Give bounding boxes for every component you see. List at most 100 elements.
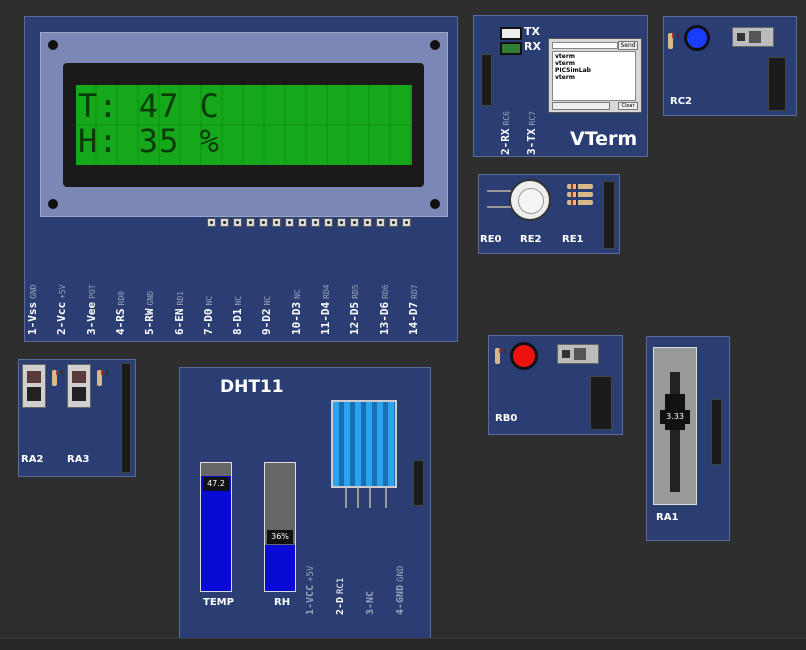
lcd-pin-label: 10-D3 NC <box>290 289 303 335</box>
dht11-pin-sub: +5V <box>306 565 316 582</box>
resistor-icon <box>52 370 63 386</box>
lcd-pin-label: 8-D1 NC <box>231 296 244 335</box>
rb0-label: RB0 <box>495 413 518 424</box>
pot-value-badge: 3.33 <box>660 409 690 424</box>
lcd-pin-sub: RD1 <box>175 291 185 306</box>
lcd-pin-sub: RD6 <box>380 284 390 299</box>
rb0-header <box>590 376 612 430</box>
rgb-led-icon <box>509 179 551 221</box>
lcd-pin-sub: NC <box>234 295 244 306</box>
dht11-pin-sub: RC1 <box>336 577 346 594</box>
lcd-pin-sub: RD0 <box>116 291 126 306</box>
lcd-pin-sub: RD7 <box>409 284 419 299</box>
vterm-clear-button[interactable]: Clear <box>618 102 638 110</box>
status-bar <box>0 638 806 650</box>
ra2-switch[interactable] <box>22 364 46 408</box>
lcd-pin-label: 7-D0 NC <box>202 296 215 335</box>
resistor-icon <box>567 184 593 189</box>
vterm-send-button[interactable]: Send <box>618 41 638 50</box>
lcd-pin-name: 3-Vee <box>84 301 98 335</box>
lcd-pin-label: 5-RW GND <box>143 291 156 335</box>
rb0-board: RB0 <box>488 335 623 435</box>
lcd-pin-label: 12-D5 RD5 <box>348 284 361 335</box>
rgb-header <box>603 181 615 249</box>
rc2-switch[interactable] <box>732 27 774 47</box>
pot-track <box>670 372 680 492</box>
dht11-board: DHT11 47.2 TEMP 36% RH 1-VCC+5V 2-DRC1 3-N… <box>179 367 431 649</box>
pot-board: 3.33 RA1 <box>646 336 730 541</box>
lcd-pin-label: 6-EN RD1 <box>173 291 186 335</box>
resistor-icon <box>668 33 679 49</box>
dht11-pin-label: 1-VCC +5V <box>305 566 316 615</box>
vterm-title: VTerm <box>570 128 638 150</box>
rgb-led-lens <box>518 188 544 214</box>
vterm-pin-rx: 2-RXRC6 <box>499 111 512 155</box>
rc2-label: RC2 <box>670 96 692 107</box>
lcd-pin-label: 4-RS RD0 <box>114 291 127 335</box>
rx-led-icon <box>500 42 522 55</box>
lcd-pin-name: 7-D0 <box>201 308 215 336</box>
pot-body: 3.33 <box>653 347 697 505</box>
lcd-pin-name: 14-D7 <box>406 301 420 335</box>
rgb-label-re0: RE0 <box>480 234 502 245</box>
rc2-led-icon <box>684 25 710 51</box>
tx-label: TX <box>524 25 540 38</box>
rb0-switch[interactable] <box>557 344 599 364</box>
lcd-pin-name: 9-D2 <box>260 308 274 336</box>
vterm-window[interactable]: Send vterm vterm PICSimLab vterm Clear <box>548 38 642 113</box>
lcd-pin-name: 11-D4 <box>319 301 332 335</box>
lcd-pin-label: 9-D2 NC <box>260 296 273 335</box>
ra3-switch[interactable] <box>67 364 91 408</box>
dht11-pin-label: 3-NC <box>365 588 376 615</box>
lcd-pin-label: 14-D7 RD7 <box>407 284 420 335</box>
lcd-pin-sub: +5V <box>58 284 68 299</box>
lcd-pin-name: 5-RW <box>143 308 157 336</box>
vterm-output: vterm vterm PICSimLab vterm <box>552 51 636 101</box>
lcd-pin-name: 8-D1 <box>231 308 245 336</box>
dht11-pin-sub: GND <box>396 565 406 582</box>
pot-header <box>711 399 722 465</box>
lcd-pin-name: 1-Vss <box>26 301 39 335</box>
vterm-baud-select[interactable] <box>552 102 610 110</box>
lcd-pin-sub: RD4 <box>322 284 331 299</box>
vterm-line: vterm <box>555 74 576 81</box>
lcd-pin-sub: NC <box>292 289 302 299</box>
vterm-line: vterm <box>555 60 576 67</box>
dht11-pin-name: 1-VCC <box>305 584 316 615</box>
lcd-pin-sub: POT <box>87 284 97 299</box>
pot-label: RA1 <box>656 512 679 523</box>
dht11-pin-name: 2-D <box>335 596 346 615</box>
lcd-pin-sub: GND <box>146 291 156 306</box>
lcd-pin-label: 2-Vcc +5V <box>55 284 68 335</box>
rx-label: RX <box>524 40 541 53</box>
lcd-pin-sub: NC <box>204 295 214 306</box>
rgb-label-re2: RE2 <box>520 234 542 245</box>
lcd-board: T: 47 C H: 35 % 1-VssGND 2-Vcc+5V 3-VeePOT… <box>24 16 458 342</box>
lcd-pin-label: 1-Vss GND <box>26 284 39 335</box>
rc2-led-light <box>687 28 707 48</box>
dht11-pin-name: 3-NC <box>365 590 376 615</box>
dht11-pin-name: 4-GND <box>395 584 406 615</box>
lcd-pin-sub: GND <box>29 284 38 299</box>
resistor-icon <box>567 192 593 197</box>
lcd-pin-name: 4-RS <box>113 308 127 336</box>
vterm-input[interactable] <box>552 42 618 49</box>
resistor-icon <box>495 348 506 364</box>
lcd-pin-name: 2-Vcc <box>55 301 69 335</box>
lcd-pin-label: 3-Vee POT <box>85 284 98 335</box>
rc2-header <box>768 57 786 111</box>
lcd-pin-label: 11-D4 RD4 <box>319 284 332 335</box>
vterm-line: vterm <box>555 53 576 60</box>
lcd-pin-label: 13-D6 RD6 <box>378 284 391 335</box>
switch-header <box>121 363 131 473</box>
resistor-icon <box>97 370 108 386</box>
lcd-pin-name: 6-EN <box>172 308 186 336</box>
rgb-legs <box>487 190 511 208</box>
vterm-pin-tx: 3-TXRC7 <box>525 111 538 155</box>
vterm-line: PICSimLab <box>555 67 591 74</box>
rgb-board: RE0 RE2 RE1 <box>478 174 620 254</box>
dht11-pin-labels: 1-VCC +5V 2-D RC1 3-NC 4-GND GND <box>180 368 430 648</box>
rgb-label-re1: RE1 <box>562 234 584 245</box>
ra3-label: RA3 <box>67 454 90 465</box>
lcd-pin-name: 13-D6 <box>377 301 391 335</box>
